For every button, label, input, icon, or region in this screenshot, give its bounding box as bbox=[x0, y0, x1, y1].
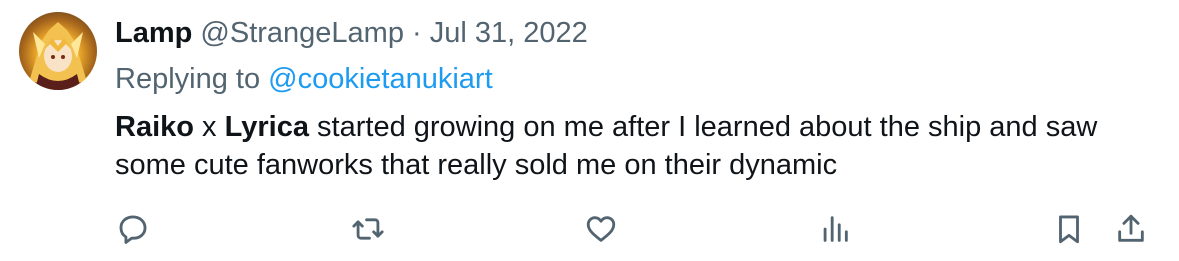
reply-button[interactable] bbox=[113, 209, 153, 249]
retweet-button[interactable] bbox=[348, 209, 388, 249]
views-icon bbox=[823, 216, 848, 242]
reply-icon bbox=[119, 215, 147, 244]
tweet-text-bold-lyrica: Lyrica bbox=[224, 111, 309, 143]
avatar[interactable] bbox=[19, 12, 97, 90]
like-button[interactable] bbox=[581, 209, 621, 249]
share-button[interactable] bbox=[1111, 209, 1151, 249]
tweet-text-bold-raiko: Raiko bbox=[115, 111, 194, 143]
avatar-image bbox=[29, 22, 87, 90]
replying-prefix: Replying to bbox=[115, 63, 261, 95]
tweet: Lamp @StrangeLamp · Jul 31, 2022 Replyin… bbox=[0, 0, 1179, 261]
tweet-header: Lamp @StrangeLamp · Jul 31, 2022 bbox=[115, 14, 588, 52]
bookmark-button[interactable] bbox=[1049, 209, 1089, 249]
like-icon bbox=[586, 216, 616, 242]
tweet-date[interactable]: Jul 31, 2022 bbox=[430, 17, 588, 49]
share-icon bbox=[1118, 214, 1144, 242]
author-name[interactable]: Lamp bbox=[115, 17, 192, 49]
tweet-text-x: x bbox=[193, 111, 225, 143]
bookmark-icon bbox=[1059, 215, 1079, 244]
views-button[interactable] bbox=[815, 209, 855, 249]
replying-to-mention[interactable]: @cookietanukiart bbox=[268, 63, 493, 95]
replying-to-line: Replying to @cookietanukiart bbox=[115, 60, 493, 98]
action-bar bbox=[0, 209, 1179, 253]
tweet-text: Raiko x Lyrica started growing on me aft… bbox=[115, 108, 1165, 184]
separator-dot: · bbox=[412, 17, 422, 49]
author-handle[interactable]: @StrangeLamp bbox=[200, 17, 404, 49]
retweet-icon bbox=[352, 218, 384, 240]
